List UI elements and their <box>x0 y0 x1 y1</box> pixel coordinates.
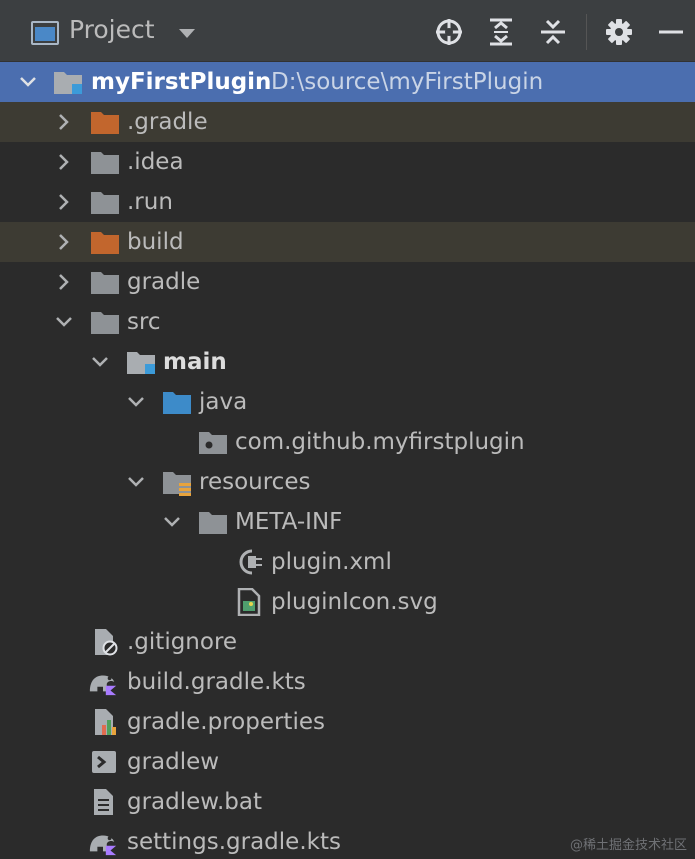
text-file-icon <box>94 789 113 815</box>
tree-item-label: build <box>127 229 184 255</box>
tree-item-gradle[interactable]: gradle <box>0 262 695 302</box>
tree-item-run[interactable]: .run <box>0 182 695 222</box>
tree-item-label: gradle.properties <box>127 709 325 735</box>
excluded-folder-icon <box>91 232 119 254</box>
tree-item-gitignore[interactable]: .gitignore <box>0 622 695 662</box>
project-view-icon <box>31 21 59 45</box>
module-folder-icon <box>127 352 155 374</box>
resources-folder-icon <box>163 472 191 496</box>
tree-item-gradle-cache[interactable]: .gradle <box>0 102 695 142</box>
collapse-all-icon[interactable] <box>538 17 568 47</box>
chevron-down-icon[interactable] <box>179 29 195 38</box>
tree-item-plugin-icon-svg[interactable]: pluginIcon.svg <box>0 582 695 622</box>
folder-icon <box>199 512 227 534</box>
tree-item-label: META-INF <box>235 509 343 535</box>
tree-item-label: settings.gradle.kts <box>127 829 341 855</box>
root-project-path: D:\source\myFirstPlugin <box>271 69 544 95</box>
tree-item-plugin-xml[interactable]: plugin.xml <box>0 542 695 582</box>
chevron-right-icon[interactable] <box>54 232 74 252</box>
gradle-kotlin-icon <box>89 675 117 696</box>
chevron-right-icon[interactable] <box>54 152 74 172</box>
tree-item-gradlew[interactable]: gradlew <box>0 742 695 782</box>
source-folder-icon <box>163 392 191 414</box>
tree-item-label: .gitignore <box>127 629 238 655</box>
module-folder-icon <box>54 72 82 94</box>
tree-item-label: build.gradle.kts <box>127 669 306 695</box>
tree-item-gradle-properties[interactable]: gradle.properties <box>0 702 695 742</box>
tree-item-meta-inf[interactable]: META-INF <box>0 502 695 542</box>
excluded-folder-icon <box>91 112 119 134</box>
tree-item-resources[interactable]: resources <box>0 462 695 502</box>
folder-icon <box>91 192 119 214</box>
tree-root-row[interactable]: myFirstPlugin D:\source\myFirstPlugin <box>0 62 695 102</box>
root-project-name: myFirstPlugin <box>91 69 272 95</box>
chevron-right-icon[interactable] <box>54 192 74 212</box>
chevron-right-icon[interactable] <box>54 272 74 292</box>
gradle-kotlin-icon <box>89 835 117 856</box>
shell-script-icon <box>92 751 116 773</box>
watermark-text: @稀土掘金技术社区 <box>569 838 687 853</box>
folder-icon <box>91 312 119 334</box>
tree-item-label: java <box>199 389 248 415</box>
tree-item-java[interactable]: java <box>0 382 695 422</box>
image-file-icon <box>237 588 261 616</box>
tree-item-label: pluginIcon.svg <box>271 589 438 615</box>
chevron-right-icon[interactable] <box>54 112 74 132</box>
chevron-down-icon[interactable] <box>126 392 146 412</box>
project-tree: myFirstPlugin D:\source\myFirstPlugin .g… <box>0 62 695 859</box>
package-icon <box>199 432 227 454</box>
tree-item-label: .idea <box>127 149 184 175</box>
plugin-xml-icon <box>239 549 262 575</box>
tree-item-label: com.github.myfirstplugin <box>235 429 525 455</box>
tree-item-label: src <box>127 309 161 335</box>
tree-item-src[interactable]: src <box>0 302 695 342</box>
tree-item-main[interactable]: main <box>0 342 695 382</box>
tree-item-build-gradle-kts[interactable]: build.gradle.kts <box>0 662 695 702</box>
project-toolbar: Project <box>0 0 695 62</box>
tree-item-label: gradlew.bat <box>127 789 263 815</box>
ignore-file-icon <box>95 629 118 656</box>
chevron-down-icon[interactable] <box>18 72 38 92</box>
folder-icon <box>91 152 119 174</box>
chevron-down-icon[interactable] <box>162 512 182 532</box>
gear-icon[interactable] <box>604 17 634 47</box>
minimize-icon[interactable] <box>656 17 686 47</box>
properties-file-icon <box>95 709 116 735</box>
tree-item-package[interactable]: com.github.myfirstplugin <box>0 422 695 462</box>
tool-window-title[interactable]: Project <box>69 15 155 44</box>
tree-item-label: .gradle <box>127 109 208 135</box>
tree-item-label: gradlew <box>127 749 220 775</box>
chevron-down-icon[interactable] <box>126 472 146 492</box>
folder-icon <box>91 272 119 294</box>
locate-icon[interactable] <box>434 17 464 47</box>
chevron-down-icon[interactable] <box>90 352 110 372</box>
tree-item-label: gradle <box>127 269 201 295</box>
tree-item-label: resources <box>199 469 311 495</box>
tree-item-gradlew-bat[interactable]: gradlew.bat <box>0 782 695 822</box>
tree-item-label: plugin.xml <box>271 549 392 575</box>
tree-item-build[interactable]: build <box>0 222 695 262</box>
toolbar-separator <box>586 14 587 50</box>
tree-item-idea[interactable]: .idea <box>0 142 695 182</box>
tree-item-label: main <box>163 349 227 375</box>
tree-item-label: .run <box>127 189 173 215</box>
expand-all-icon[interactable] <box>486 17 516 47</box>
chevron-down-icon[interactable] <box>54 312 74 332</box>
